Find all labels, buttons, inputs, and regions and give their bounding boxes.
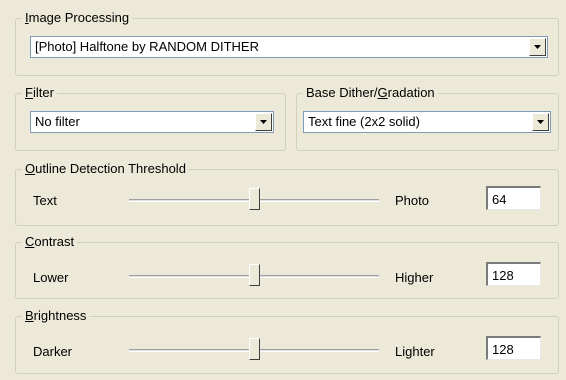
chevron-down-icon [537, 120, 544, 124]
outline-right-label: Photo [395, 193, 429, 208]
image-processing-legend: Image Processing [22, 10, 133, 26]
brightness-right-label: Lighter [395, 344, 435, 359]
image-processing-dropdown-button[interactable] [529, 38, 546, 56]
brightness-group: Brightness Darker Lighter [15, 308, 559, 374]
contrast-group: Contrast Lower Higher [15, 234, 559, 299]
slider-thumb[interactable] [249, 264, 260, 286]
outline-threshold-legend: Outline Detection Threshold [22, 161, 189, 177]
base-dither-select[interactable]: Text fine (2x2 solid) [303, 111, 551, 133]
image-processing-select[interactable]: [Photo] Halftone by RANDOM DITHER [30, 36, 548, 58]
contrast-legend: Contrast [22, 234, 78, 250]
filter-value: No filter [35, 114, 80, 129]
brightness-slider[interactable] [129, 338, 379, 364]
contrast-input[interactable] [486, 262, 541, 286]
filter-select[interactable]: No filter [30, 111, 274, 133]
contrast-left-label: Lower [33, 270, 69, 285]
image-processing-value: [Photo] Halftone by RANDOM DITHER [35, 39, 259, 54]
chevron-down-icon [260, 120, 267, 124]
chevron-down-icon [534, 45, 541, 49]
outline-left-label: Text [33, 193, 57, 208]
contrast-slider[interactable] [129, 264, 379, 290]
outline-threshold-group: Outline Detection Threshold Text Photo [15, 161, 559, 226]
image-processing-group: Image Processing [Photo] Halftone by RAN… [15, 10, 559, 76]
slider-thumb[interactable] [249, 338, 260, 360]
filter-group: Filter No filter [15, 85, 286, 151]
outline-threshold-slider[interactable] [129, 188, 379, 214]
brightness-left-label: Darker [33, 344, 73, 359]
base-dither-dropdown-button[interactable] [532, 113, 549, 131]
outline-threshold-input[interactable] [486, 186, 541, 210]
base-dither-group: Base Dither/Gradation Text fine (2x2 sol… [296, 85, 559, 151]
brightness-input[interactable] [486, 336, 541, 360]
slider-thumb[interactable] [249, 188, 260, 210]
base-dither-value: Text fine (2x2 solid) [308, 114, 420, 129]
contrast-right-label: Higher [395, 270, 434, 285]
base-dither-legend: Base Dither/Gradation [303, 85, 438, 101]
brightness-legend: Brightness [22, 308, 90, 324]
filter-legend: Filter [22, 85, 57, 101]
filter-dropdown-button[interactable] [255, 113, 272, 131]
